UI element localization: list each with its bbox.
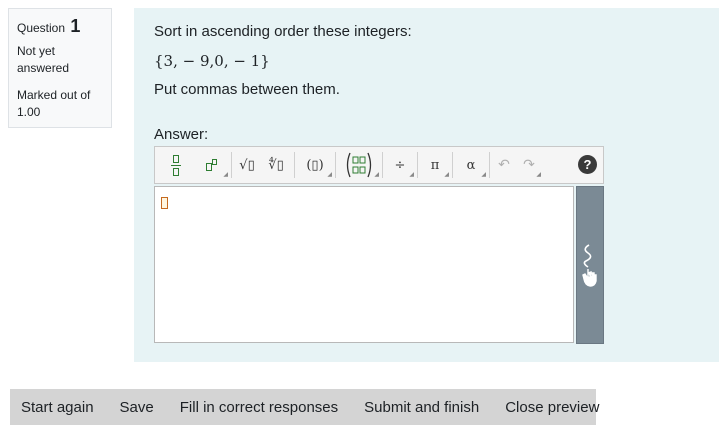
alpha-icon: α xyxy=(466,157,476,173)
parentheses-button[interactable]: (▯) ◢ xyxy=(297,149,333,181)
question-state: Not yet answered xyxy=(17,44,70,75)
redo-icon: ↷ xyxy=(523,157,535,173)
fraction-icon xyxy=(171,154,181,176)
toolbar-divider xyxy=(294,152,295,178)
parentheses-icon: (▯) xyxy=(306,157,324,173)
matrix-icon xyxy=(346,152,372,178)
pi-button[interactable]: π ◢ xyxy=(420,149,450,181)
nth-root-icon: ∜▯ xyxy=(268,157,284,173)
math-toolbar: ◢ √▯ ∜▯ (▯) ◢ ◢ ÷ ◢ π ◢ α ◢ ↶ ↷ ◢ ? xyxy=(154,146,604,184)
help-icon: ? xyxy=(583,157,592,172)
save-button[interactable]: Save xyxy=(120,399,154,416)
toolbar-divider xyxy=(382,152,383,178)
handwriting-toggle[interactable] xyxy=(576,186,604,344)
question-hint: Put commas between them. xyxy=(154,81,340,98)
redo-button[interactable]: ↷ ◢ xyxy=(516,149,542,181)
alpha-button[interactable]: α ◢ xyxy=(455,149,487,181)
preview-actions-bar: Start again Save Fill in correct respons… xyxy=(10,389,599,425)
question-grade: Marked out of 1.00 xyxy=(17,88,91,119)
fraction-button[interactable] xyxy=(159,149,193,181)
close-preview-button[interactable]: Close preview xyxy=(505,399,599,416)
undo-button[interactable]: ↶ xyxy=(492,149,516,181)
pi-icon: π xyxy=(430,157,440,173)
question-label: Question xyxy=(17,21,66,35)
toolbar-divider xyxy=(231,152,232,178)
undo-icon: ↶ xyxy=(498,157,510,173)
submit-finish-button[interactable]: Submit and finish xyxy=(364,399,479,416)
toolbar-divider xyxy=(489,152,490,178)
question-number-line: Question 1 xyxy=(17,17,103,37)
divide-icon: ÷ xyxy=(394,157,406,173)
toolbar-divider xyxy=(452,152,453,178)
start-again-button[interactable]: Start again xyxy=(21,399,94,416)
question-text: Sort in ascending order these integers: … xyxy=(154,22,412,109)
toolbar-divider xyxy=(417,152,418,178)
question-instruction: Sort in ascending order these integers: xyxy=(154,23,412,40)
help-button[interactable]: ? xyxy=(578,155,597,174)
question-content: Sort in ascending order these integers: … xyxy=(134,8,719,362)
question-number: 1 xyxy=(70,16,81,36)
nth-root-button[interactable]: ∜▯ xyxy=(260,149,292,181)
square-root-button[interactable]: √▯ xyxy=(234,149,260,181)
integer-set: {3, − 9,0, − 1} xyxy=(154,52,270,70)
superscript-button[interactable]: ◢ xyxy=(193,149,229,181)
superscript-icon xyxy=(205,155,217,174)
matrix-button[interactable]: ◢ xyxy=(338,149,380,181)
input-placeholder-box xyxy=(161,197,168,209)
square-root-icon: √▯ xyxy=(239,157,255,173)
toolbar-divider xyxy=(335,152,336,178)
divide-button[interactable]: ÷ ◢ xyxy=(385,149,415,181)
answer-label: Answer: xyxy=(154,126,209,143)
handwriting-icon xyxy=(582,244,597,287)
fill-correct-button[interactable]: Fill in correct responses xyxy=(180,399,338,416)
answer-editor[interactable] xyxy=(154,186,574,343)
question-info: Question 1 Not yet answered Marked out o… xyxy=(8,8,112,128)
